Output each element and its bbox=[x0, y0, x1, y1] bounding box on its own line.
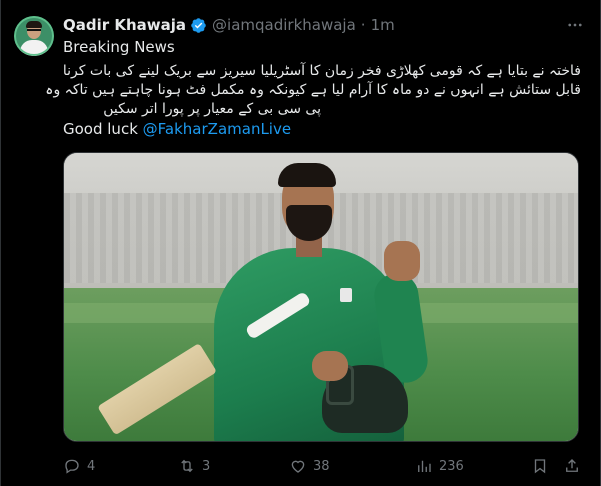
retweet-button[interactable]: 3 bbox=[178, 454, 210, 478]
reply-count: 4 bbox=[87, 458, 96, 474]
avatar-ring bbox=[14, 16, 54, 56]
photo-player-hair bbox=[278, 163, 336, 187]
avatar[interactable] bbox=[14, 16, 54, 56]
tweet-text-urdu-line: قابل ستائش ہے انہوں نے دو ماہ کا آرام لی… bbox=[45, 82, 581, 98]
retweet-count: 3 bbox=[202, 458, 211, 474]
tweet-text-urdu-line: فاختہ نے بتایا ہے کہ قومی کھلاڑی فخر زما… bbox=[62, 63, 581, 79]
bookmark-icon bbox=[534, 459, 546, 474]
bookmark-button[interactable] bbox=[531, 454, 549, 478]
tweet-text-closing: Good luck @FakharZamanLive bbox=[63, 119, 291, 139]
tweet-text-urdu-line: پی سی بی کے معیار پر پورا اتر سکیں bbox=[103, 101, 321, 117]
like-count: 38 bbox=[313, 458, 330, 474]
separator-dot: · bbox=[360, 16, 366, 34]
share-button[interactable] bbox=[563, 454, 581, 478]
like-icon bbox=[291, 460, 305, 473]
views-icon bbox=[418, 460, 431, 472]
photo-player-hand bbox=[312, 351, 348, 381]
mention-link[interactable]: @FakharZamanLive bbox=[143, 120, 291, 138]
reply-icon bbox=[65, 459, 79, 474]
photo-shirt-badge bbox=[340, 288, 352, 302]
tweet-photo[interactable] bbox=[63, 152, 579, 442]
tweet-text-heading: Breaking News bbox=[63, 38, 175, 56]
more-icon[interactable] bbox=[564, 14, 586, 36]
tweet-header: Qadir Khawaja @iamqadirkhawaja · 1m bbox=[63, 14, 395, 36]
tweet-card[interactable]: Qadir Khawaja @iamqadirkhawaja · 1m Brea… bbox=[0, 0, 601, 486]
photo-player-hand bbox=[384, 241, 420, 281]
verified-icon bbox=[190, 17, 207, 34]
tweet-timestamp[interactable]: 1m bbox=[371, 16, 395, 34]
views-button[interactable]: 236 bbox=[415, 454, 464, 478]
tweet-actions: 4 3 38 236 bbox=[63, 454, 583, 478]
like-button[interactable]: 38 bbox=[289, 454, 330, 478]
author-handle[interactable]: @iamqadirkhawaja bbox=[212, 16, 356, 34]
views-count: 236 bbox=[439, 458, 464, 474]
retweet-icon bbox=[181, 459, 193, 473]
good-luck-text: Good luck bbox=[63, 120, 138, 138]
share-icon bbox=[566, 459, 578, 472]
reply-button[interactable]: 4 bbox=[63, 454, 95, 478]
author-name[interactable]: Qadir Khawaja bbox=[63, 16, 186, 34]
